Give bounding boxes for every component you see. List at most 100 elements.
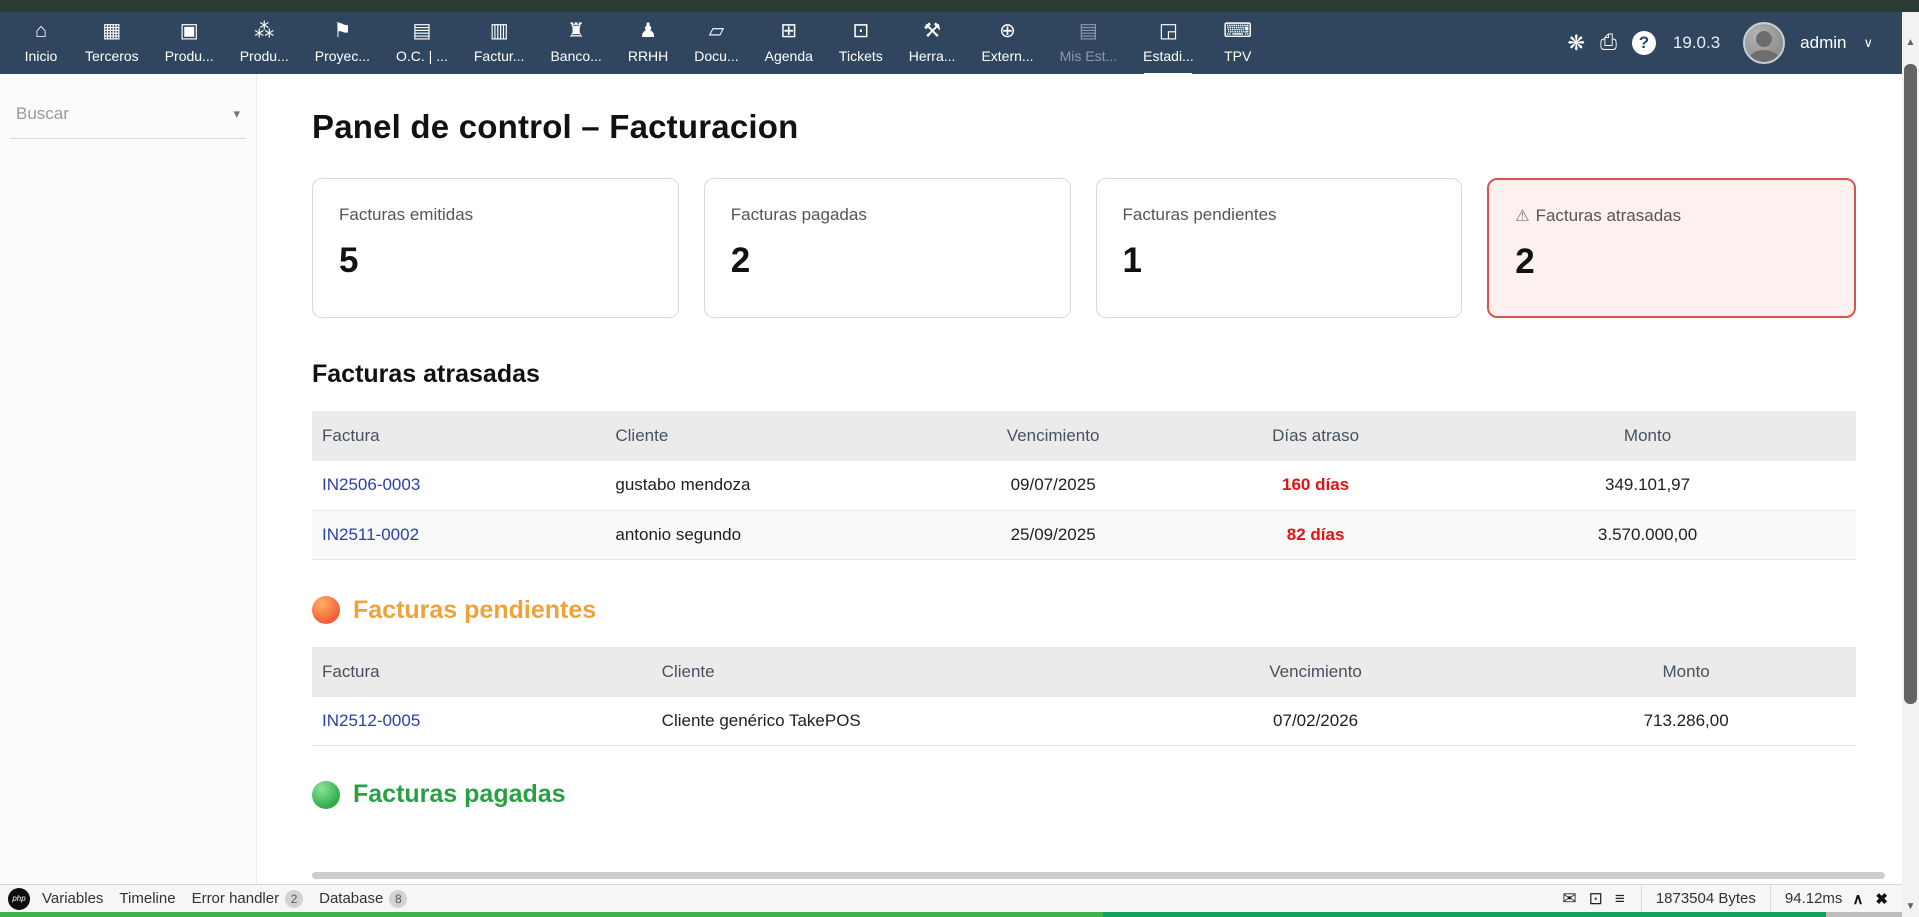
horizontal-scrollbar-thumb[interactable] — [312, 872, 1885, 879]
nav-item-estadisticas[interactable]: ◲ Estadi... — [1130, 19, 1207, 74]
monitor-icon[interactable]: ⊡ — [1589, 889, 1603, 909]
nav-label: Produ... — [164, 48, 214, 64]
invoice-link[interactable]: IN2511-0002 — [322, 525, 419, 544]
php-logo-icon: php — [8, 887, 30, 910]
debugbar-tab-database[interactable]: Database 8 — [319, 889, 408, 908]
calendar-icon: ⊞ — [780, 20, 798, 42]
col-header-factura: Factura — [312, 646, 652, 697]
help-icon[interactable]: ? — [1631, 31, 1656, 55]
nav-label: Proyec... — [314, 48, 370, 64]
vertical-scrollbar-thumb[interactable] — [1904, 64, 1917, 704]
query-count-badge: 8 — [389, 889, 408, 908]
debugbar-tab-timeline[interactable]: Timeline — [119, 890, 175, 907]
page-title: Panel de control – Facturacion — [312, 108, 799, 145]
cell-monto: 713.286,00 — [1516, 696, 1856, 746]
external-site-icon: ⊕ — [999, 20, 1016, 42]
close-debugbar-icon[interactable]: ✖ — [1875, 890, 1888, 908]
username-label[interactable]: admin — [1800, 33, 1846, 53]
cell-dias-atraso: 160 días — [1282, 475, 1350, 495]
nav-label: Inicio — [24, 48, 58, 64]
section-title-pendientes: Facturas pendientes — [312, 596, 1902, 625]
card-value: 2 — [1515, 242, 1535, 281]
table-row: IN2511-0002 antonio segundo 25/09/2025 8… — [312, 510, 1856, 560]
tab-label: Database — [319, 890, 384, 907]
card-value: 1 — [1122, 241, 1142, 280]
nav-label: Extern... — [981, 48, 1034, 64]
col-header-monto: Monto — [1516, 646, 1856, 697]
scroll-down-arrow-icon[interactable]: ▼ — [1902, 898, 1919, 915]
mystats-icon: ▤ — [1078, 20, 1098, 42]
search-chevron-down-icon[interactable]: ▾ — [233, 106, 240, 122]
nav-label: Produ... — [239, 48, 289, 64]
cell-vencimiento: 09/07/2025 — [914, 461, 1193, 511]
print-icon[interactable]: ⎙ — [1600, 31, 1617, 55]
nav-item-mis-estadisticas[interactable]: ▤ Mis Est... — [1047, 19, 1131, 74]
nav-item-inicio[interactable]: ⌂ Inicio — [10, 19, 72, 74]
top-right-tools: ❋ ⎙ ? 19.0.3 admin ∨ — [1567, 12, 1873, 74]
nav-item-externos[interactable]: ⊕ Extern... — [968, 19, 1046, 74]
sidebar-search[interactable]: Buscar ▾ — [10, 104, 246, 139]
app-window: ⌂ Inicio ▦ Terceros ▣ Produ... ⁂ Produ..… — [0, 0, 1919, 917]
table-row: IN2506-0003 gustabo mendoza 09/07/2025 1… — [312, 461, 1856, 511]
card-value: 5 — [339, 241, 359, 280]
col-header-vencimiento: Vencimiento — [1114, 646, 1517, 697]
user-menu-chevron-down-icon[interactable]: ∨ — [1863, 35, 1873, 51]
orders-icon: ▤ — [412, 20, 432, 42]
table-header-row: Factura Cliente Vencimiento Monto — [312, 646, 1856, 697]
table-facturas-atrasadas: Factura Cliente Vencimiento Días atraso … — [312, 411, 1856, 560]
nav-label: O.C. | ... — [396, 48, 448, 64]
pos-icon: ⌨ — [1223, 20, 1253, 42]
documents-icon: ▱ — [708, 20, 725, 42]
nav-item-produccion[interactable]: ⁂ Produ... — [227, 19, 302, 74]
left-sidebar: Buscar ▾ — [0, 74, 257, 884]
nav-item-oc[interactable]: ▤ O.C. | ... — [383, 19, 461, 74]
nav-item-facturacion[interactable]: ▥ Factur... — [461, 19, 538, 74]
card-label: Facturas emitidas — [339, 205, 474, 224]
nav-item-rrhh[interactable]: ♟ RRHH — [615, 19, 681, 74]
debugbar-tab-error-handler[interactable]: Error handler 2 — [192, 889, 304, 908]
orange-circle-icon — [312, 596, 340, 624]
bank-icon: ♜ — [567, 20, 586, 42]
mail-icon[interactable]: ✉ — [1562, 889, 1576, 909]
scroll-up-arrow-icon[interactable]: ▲ — [1902, 34, 1919, 51]
green-circle-icon — [312, 780, 340, 809]
invoice-link[interactable]: IN2512-0005 — [322, 711, 420, 730]
nav-item-tickets[interactable]: ⊡ Tickets — [826, 19, 896, 74]
debugbar-tab-variables[interactable]: Variables — [42, 890, 103, 907]
bug-icon[interactable]: ❋ — [1567, 31, 1585, 56]
database-icon[interactable]: ≡ — [1615, 889, 1625, 909]
nav-item-herramientas[interactable]: ⚒ Herra... — [896, 19, 969, 74]
collapse-debugbar-icon[interactable]: ∧ — [1852, 890, 1863, 908]
nav-item-productos[interactable]: ▣ Produ... — [152, 19, 227, 74]
cell-monto: 3.570.000,00 — [1439, 510, 1856, 560]
user-avatar[interactable] — [1743, 22, 1786, 64]
table-facturas-pendientes: Factura Cliente Vencimiento Monto IN2512… — [312, 646, 1856, 746]
invoice-link[interactable]: IN2506-0003 — [322, 475, 420, 494]
mrp-icon: ⁂ — [254, 20, 275, 42]
section-title-text: Facturas pendientes — [353, 595, 597, 624]
card-label: ⚠ Facturas atrasadas — [1515, 206, 1828, 226]
nav-item-terceros[interactable]: ▦ Terceros — [72, 19, 152, 74]
browser-top-strip — [0, 0, 1919, 12]
nav-item-bancos[interactable]: ♜ Banco... — [537, 19, 614, 74]
nav-item-proyectos[interactable]: ⚑ Proyec... — [302, 19, 383, 74]
table-header-row: Factura Cliente Vencimiento Días atraso … — [312, 411, 1856, 461]
cell-cliente: Cliente genérico TakePOS — [651, 696, 1115, 746]
table-row: IN2512-0005 Cliente genérico TakePOS 07/… — [312, 696, 1856, 746]
nav-item-tpv[interactable]: ⌨ TPV — [1207, 19, 1269, 74]
nav-item-agenda[interactable]: ⊞ Agenda — [752, 19, 826, 74]
nav-item-documentos[interactable]: ▱ Docu... — [681, 19, 751, 74]
nav-label: Estadi... — [1143, 48, 1194, 64]
nav-label: Factur... — [473, 48, 525, 64]
nav-label: TPV — [1224, 48, 1252, 64]
card-facturas-pendientes: Facturas pendientes 1 — [1095, 178, 1463, 318]
nav-label: Banco... — [550, 48, 602, 64]
card-facturas-emitidas: Facturas emitidas 5 — [312, 178, 679, 318]
products-icon: ▣ — [179, 20, 199, 42]
vertical-scrollbar[interactable]: ▲ ▼ — [1902, 12, 1919, 917]
nav-label: Mis Est... — [1059, 48, 1118, 64]
home-icon: ⌂ — [34, 20, 48, 42]
cell-vencimiento: 07/02/2026 — [1114, 696, 1517, 746]
nav-label: Docu... — [694, 48, 739, 64]
cell-vencimiento: 25/09/2025 — [914, 510, 1193, 560]
